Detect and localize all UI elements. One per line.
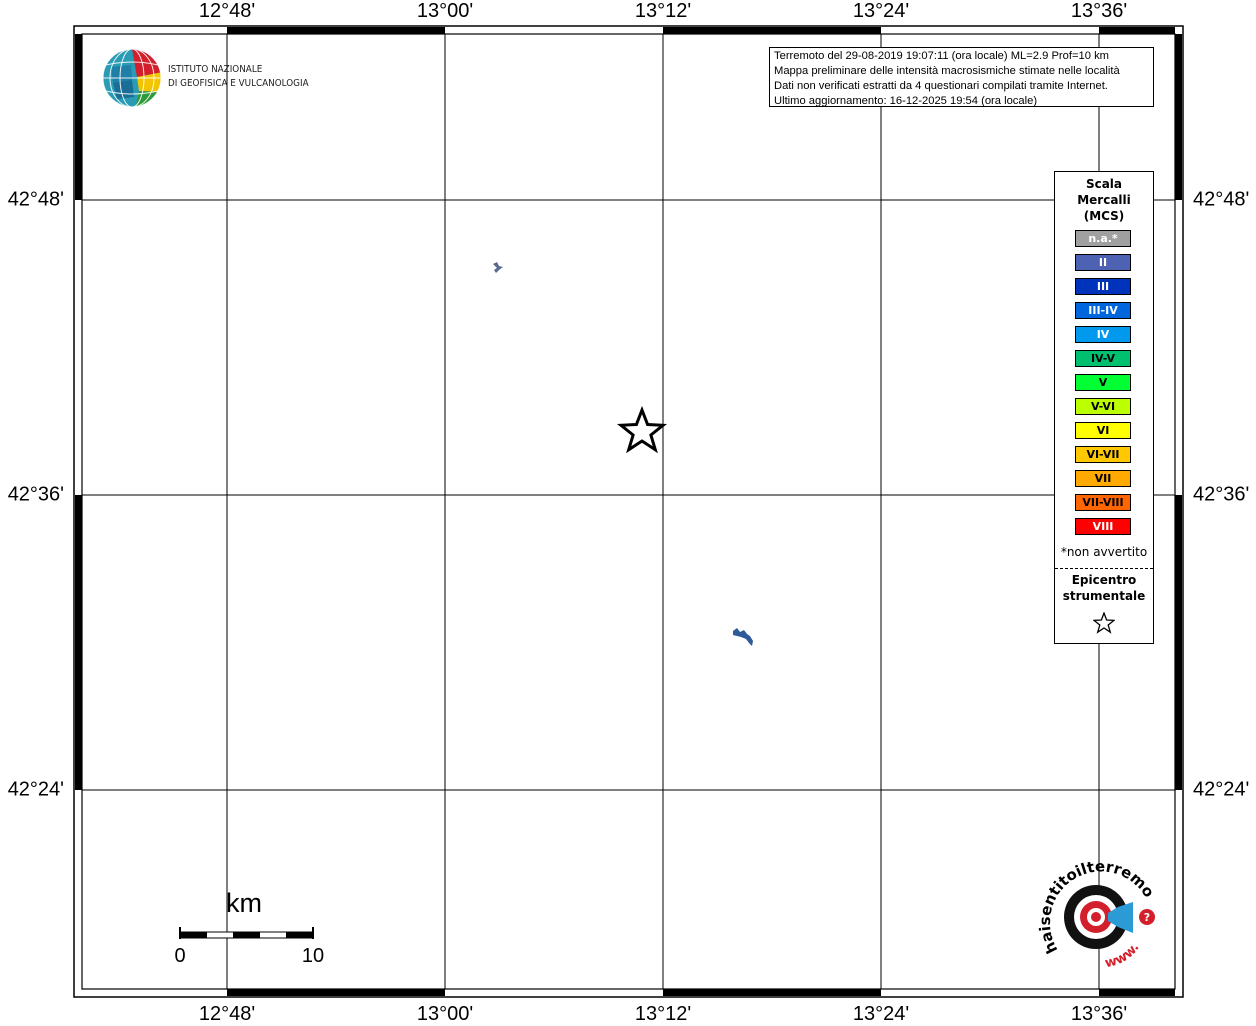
legend-title: Scala Mercalli (MCS) [1055,176,1153,224]
intensity-legend: Scala Mercalli (MCS) n.a.* II III III-IV IV I… [1054,171,1154,644]
info-line-1: Terremoto del 29-08-2019 19:07:11 (ora l… [774,50,1109,62]
info-line-4: Ultimo aggiornamento: 16-12-2025 19:54 (… [774,95,1038,107]
legend-item-iv-v: IV-V [1075,350,1131,367]
legend-item-v: V [1075,374,1131,391]
legend-item-viii: VIII [1075,518,1131,535]
legend-note: *non avvertito [1060,545,1148,559]
scale-bar-end: 10 [301,945,325,967]
hsit-logo: ? haisentitoilterremoto.it www. [1036,855,1158,971]
frame-bars-top [227,27,1175,34]
tick-bottom-5: 13°36' [1070,1003,1128,1025]
legend-star-icon [1093,612,1115,634]
legend-item-iii-iv: III-IV [1075,302,1131,319]
graticule [82,34,1175,989]
legend-title-line2: Mercalli [1077,193,1131,207]
epicenter-star [616,405,668,454]
legend-item-ii: II [1075,254,1131,271]
scale-bar-unit: km [226,888,262,918]
frame-bars-left [75,34,82,790]
legend-item-v-vi: V-VI [1075,398,1131,415]
intensity-area-lake [733,628,753,646]
legend-item-vii-viii: VII-VIII [1075,494,1131,511]
scale-bar-start: 0 [174,945,186,967]
tick-right-2: 42°36' [1193,483,1250,506]
ingv-globe-icon [102,48,162,108]
info-line-3: Dati non verificati estratti da 4 questi… [774,80,1108,92]
tick-right-1: 42°48' [1193,188,1250,211]
tick-right-3: 42°24' [1193,778,1250,801]
tick-top-1: 12°48' [198,0,256,22]
tick-bottom-1: 12°48' [198,1003,256,1025]
tick-bottom-4: 13°24' [852,1003,910,1025]
tick-bottom-3: 13°12' [634,1003,692,1025]
legend-item-n-a: n.a.* [1075,230,1131,247]
tick-top-2: 13°00' [416,0,474,22]
intensity-area-small [493,262,503,273]
legend-divider [1055,568,1153,569]
ingv-logo-line1: ISTITUTO NAZIONALE [168,64,263,75]
legend-item-iv: IV [1075,326,1131,343]
scale-bar [179,927,314,939]
legend-item-iii: III [1075,278,1131,295]
frame-bars-bottom [227,989,1175,996]
tick-top-3: 13°12' [634,0,692,22]
legend-epicenter-line2: strumentale [1062,589,1146,603]
legend-item-vi: VI [1075,422,1131,439]
legend-item-vi-vii: VI-VII [1075,446,1131,463]
legend-title-line1: Scala [1085,177,1123,191]
tick-left-3: 42°24' [7,778,64,801]
ingv-logo-text: ISTITUTO NAZIONALE DI GEOFISICA E VULCAN… [168,63,309,91]
legend-title-line3: (MCS) [1083,209,1125,223]
legend-epicenter-line1: Epicentro [1071,573,1137,587]
event-info-box: Terremoto del 29-08-2019 19:07:11 (ora l… [769,47,1154,107]
tick-left-1: 42°48' [7,188,64,211]
tick-left-2: 42°36' [7,483,64,506]
legend-item-vii: VII [1075,470,1131,487]
tick-top-5: 13°36' [1070,0,1128,22]
legend-epicenter-label: Epicentro strumentale [1055,572,1153,604]
tick-bottom-2: 13°00' [416,1003,474,1025]
svg-text:?: ? [1144,911,1150,924]
info-line-2: Mappa preliminare delle intensità macros… [774,65,1120,77]
ingv-logo-line2: DI GEOFISICA E VULCANOLOGIA [168,78,309,89]
frame-bars-right [1175,34,1182,790]
tick-top-4: 13°24' [852,0,910,22]
